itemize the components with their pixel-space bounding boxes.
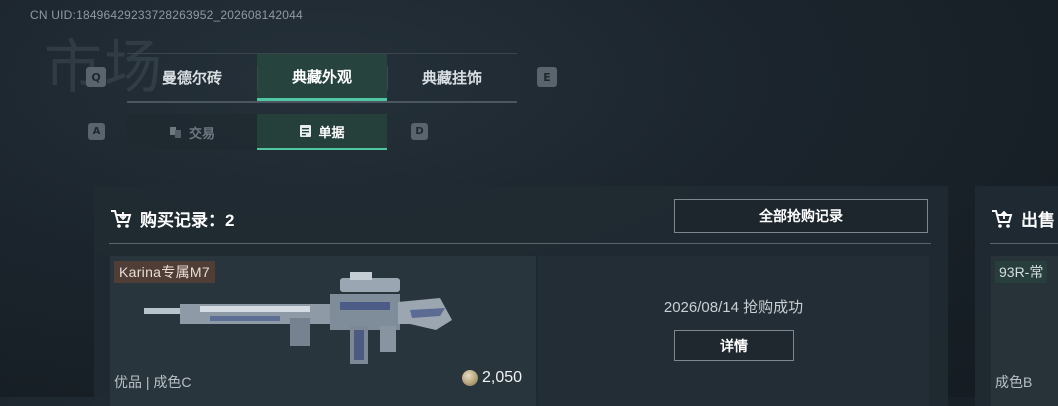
subtab-trade-label: 交易 xyxy=(188,125,215,141)
purchase-status: 2026/08/14 抢购成功 xyxy=(663,299,804,316)
subtab-trade[interactable]: 交易 xyxy=(127,114,257,150)
tab-divider xyxy=(387,66,388,90)
main-tabs: 曼德尔砖 典藏外观 典藏挂饰 xyxy=(127,53,517,103)
tab-mandel-brick[interactable]: 曼德尔砖 xyxy=(127,54,257,101)
key-hint-a[interactable]: A xyxy=(88,123,105,140)
cart-icon xyxy=(111,209,132,228)
sale-item-card[interactable]: 93R-常 成色B xyxy=(991,256,1058,406)
sale-item-quality: 成色B xyxy=(995,374,1033,390)
key-hint-q[interactable]: Q xyxy=(86,67,106,87)
purchase-item-card[interactable]: Karina专属M7 优品 | 成色C 2,050 xyxy=(110,256,536,406)
receipt-icon xyxy=(300,125,312,137)
purchase-title: 购买记录：2 xyxy=(110,206,234,231)
sale-item-name: 93R-常 xyxy=(995,261,1048,283)
price-value: 2,050 xyxy=(482,369,523,386)
sub-tabs: 交易 单据 xyxy=(127,114,387,150)
tab-divider xyxy=(257,66,258,90)
details-button[interactable]: 详情 xyxy=(674,330,794,361)
sale-title-text: 出售 xyxy=(1021,211,1055,230)
item-quality: 优品 | 成色C xyxy=(114,374,192,390)
panel-divider xyxy=(109,243,931,244)
key-hint-d[interactable]: D xyxy=(411,123,428,140)
tab-collection-skins[interactable]: 典藏外观 xyxy=(257,54,387,101)
rifle-icon xyxy=(144,272,452,364)
trade-icon xyxy=(169,127,181,138)
purchase-record-panel: 购买记录：2 全部抢购记录 Karina专属M7 优品 | 成色C 2,050 xyxy=(94,186,948,406)
tab-collection-charms[interactable]: 典藏挂饰 xyxy=(387,54,517,101)
purchase-info: 2026/08/14 抢购成功 详情 xyxy=(538,256,929,406)
subtab-receipts-label: 单据 xyxy=(318,124,345,140)
cart-upload-icon xyxy=(992,209,1013,228)
purchase-title-text: 购买记录：2 xyxy=(140,211,235,230)
panel-divider xyxy=(990,243,1058,244)
subtab-receipts[interactable]: 单据 xyxy=(257,114,387,150)
sale-title: 出售 xyxy=(991,206,1055,231)
coin-icon xyxy=(462,370,478,386)
item-price: 2,050 xyxy=(462,369,522,387)
sale-record-panel: 出售 93R-常 成色B xyxy=(975,186,1058,406)
all-purchase-records-button[interactable]: 全部抢购记录 xyxy=(674,199,928,233)
key-hint-e[interactable]: E xyxy=(537,67,557,87)
